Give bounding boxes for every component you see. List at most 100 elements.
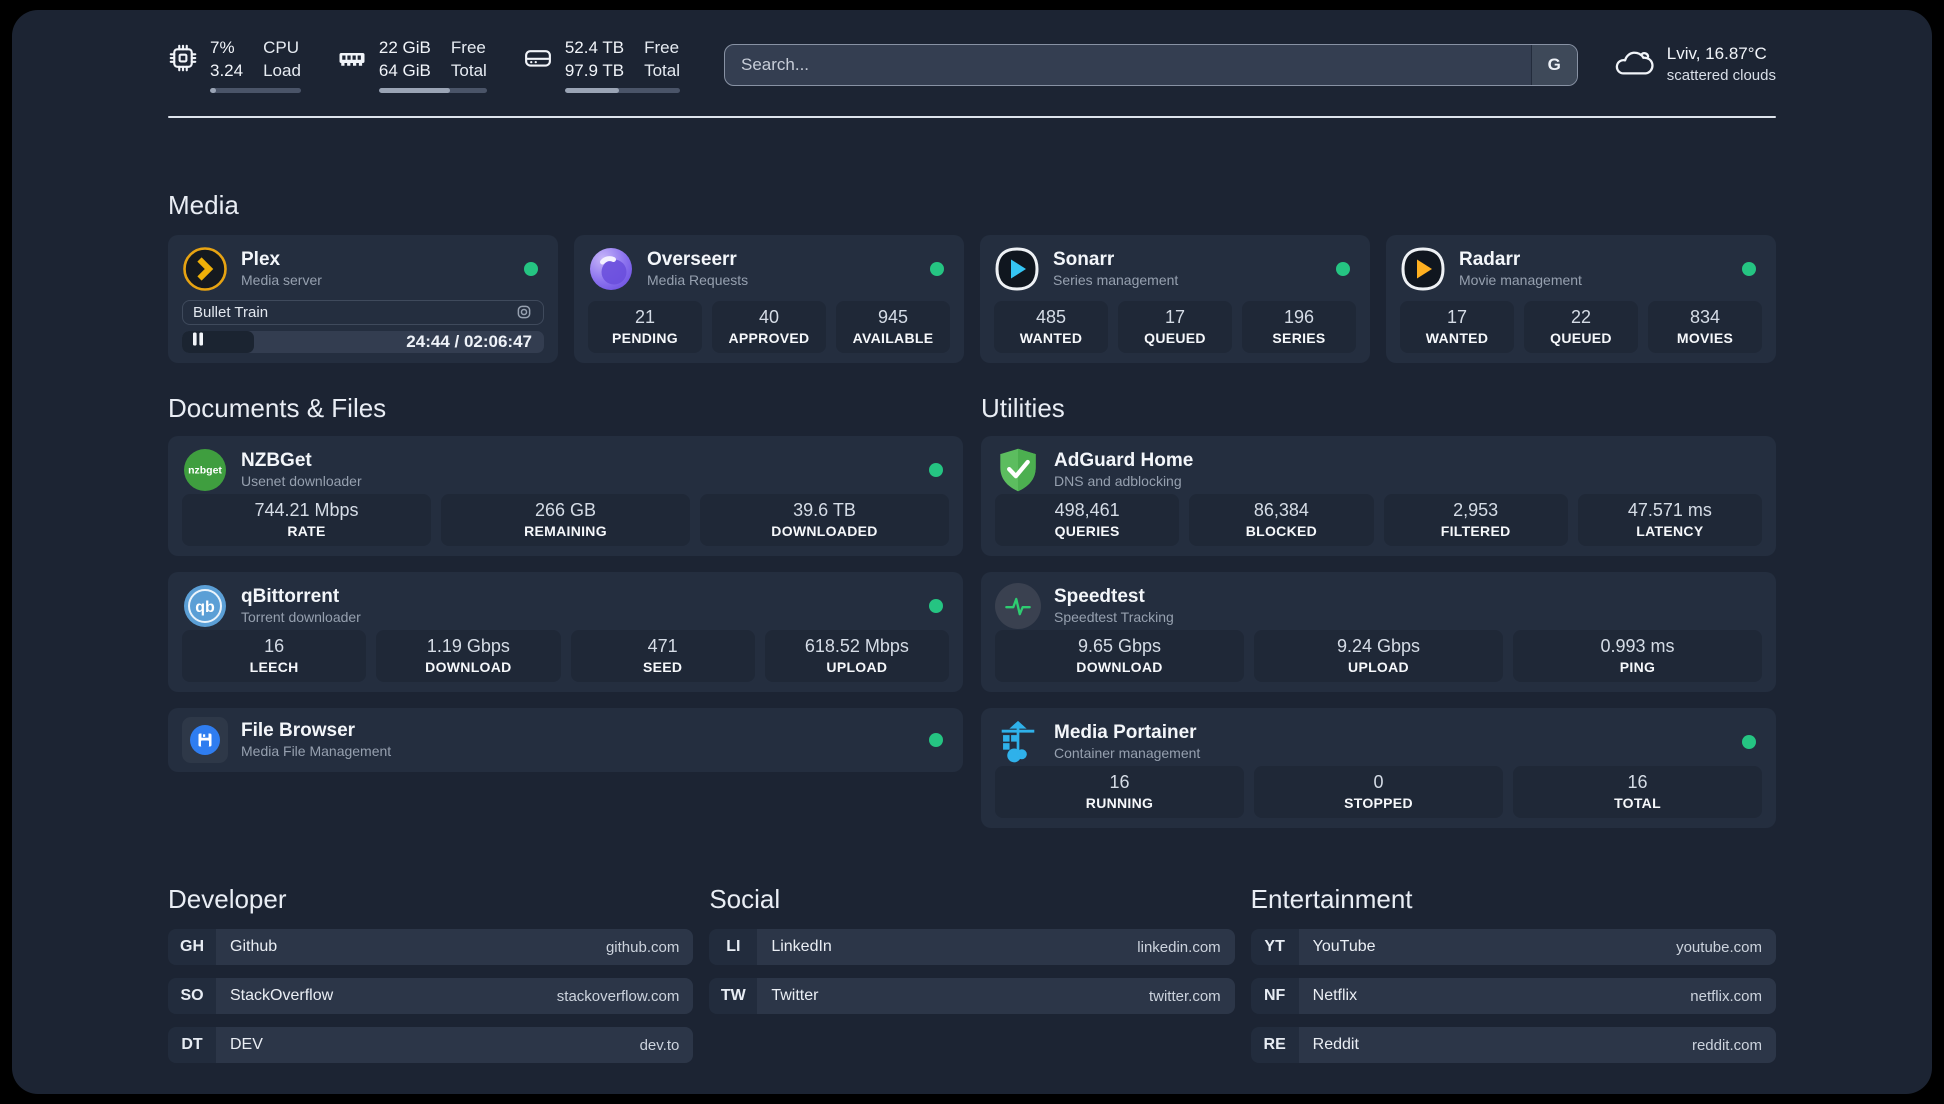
section-developer: Developer GH Github github.com SO StackOv… <box>168 828 694 1076</box>
sonarr-icon <box>994 246 1040 292</box>
app-card-nzbget[interactable]: nzbget NZBGet Usenet downloader 744.21 M… <box>168 436 963 556</box>
app-card-qbittorrent[interactable]: qb qBittorrent Torrent downloader 16 LEEC… <box>168 572 963 692</box>
weather-widget[interactable]: Lviv, 16.87°C scattered clouds <box>1612 43 1776 86</box>
link-url: stackoverflow.com <box>556 987 680 1005</box>
stat-box: 834 MOVIES <box>1648 301 1762 353</box>
section-entertainment: Entertainment YT YouTube youtube.com NF N… <box>1250 828 1776 1076</box>
link-name: Reddit <box>1312 1036 1359 1053</box>
status-dot <box>929 599 943 613</box>
app-subtitle: Media server <box>241 272 322 289</box>
ram-monitor: 22 GiB 64 GiB Free Total <box>337 37 487 93</box>
section-title-documents: Documents & Files <box>168 393 387 423</box>
app-subtitle: Media Requests <box>647 272 749 289</box>
link-url: reddit.com <box>1691 1036 1762 1054</box>
radarr-icon <box>1400 246 1446 292</box>
search-input[interactable] <box>724 45 1531 85</box>
filebrowser-icon <box>182 717 228 763</box>
disk-usage-bar <box>564 87 680 93</box>
link-row-reddit[interactable]: RE Reddit reddit.com <box>1250 1027 1776 1063</box>
app-card-overseerr[interactable]: Overseerr Media Requests 21 PENDING 40 APP… <box>574 235 964 363</box>
disk-monitor: 52.4 TB 97.9 TB Free Total <box>523 37 680 93</box>
link-abbr: DT <box>168 1027 216 1063</box>
link-row-github[interactable]: GH Github github.com <box>168 929 694 965</box>
app-card-filebrowser[interactable]: File Browser Media File Management <box>168 708 963 772</box>
app-name: AdGuard Home <box>1054 450 1194 472</box>
cpu-monitor: 7% 3.24 CPU Load <box>168 37 301 93</box>
link-url: netflix.com <box>1690 987 1762 1005</box>
stats-row: 16 RUNNING 0 STOPPED 16 TOTAL <box>995 766 1762 818</box>
link-url: github.com <box>605 938 680 956</box>
cpu-usage-bar <box>210 87 301 93</box>
app-subtitle: Container management <box>1054 745 1201 762</box>
media-grid: Plex Media server Bullet Train 24:44 / 0… <box>168 235 1776 363</box>
app-card-plex[interactable]: Plex Media server Bullet Train 24:44 / 0… <box>168 235 558 363</box>
playback-progress-bar[interactable]: 24:44 / 02:06:47 <box>182 330 544 353</box>
link-row-stackoverflow[interactable]: SO StackOverflow stackoverflow.com <box>168 978 694 1014</box>
stat-box: 0 STOPPED <box>1254 766 1503 818</box>
weather-location-temp: Lviv, 16.87°C <box>1666 44 1767 64</box>
stats-row: 498,461 QUERIES 86,384 BLOCKED 2,953 FILTER… <box>995 494 1762 546</box>
stats-row: 17 WANTED 22 QUEUED 834 MOVIES <box>1400 301 1762 353</box>
app-subtitle: Usenet downloader <box>241 473 362 490</box>
portainer-icon <box>995 719 1041 765</box>
app-card-speedtest[interactable]: Speedtest Speedtest Tracking 9.65 Gbps DO… <box>981 572 1776 692</box>
link-row-twitter[interactable]: TW Twitter twitter.com <box>709 978 1235 1014</box>
gear-icon[interactable] <box>515 303 533 321</box>
cpu-load-label: Load <box>263 60 301 80</box>
stat-box: 17 QUEUED <box>1118 301 1232 353</box>
stats-row: 485 WANTED 17 QUEUED 196 SERIES <box>994 301 1356 353</box>
ram-total-value: 64 GiB <box>378 60 431 80</box>
stat-box: 485 WANTED <box>994 301 1108 353</box>
link-name: Github <box>230 938 278 955</box>
cpu-load-value: 3.24 <box>210 60 244 80</box>
link-row-netflix[interactable]: NF Netflix netflix.com <box>1250 978 1776 1014</box>
top-bar: 7% 3.24 CPU Load 22 GiB 64 GiB Free Tota… <box>168 37 1776 93</box>
stat-box: 17 WANTED <box>1400 301 1514 353</box>
link-url: linkedin.com <box>1137 938 1221 956</box>
ram-free-value: 22 GiB <box>378 38 431 58</box>
app-subtitle: Torrent downloader <box>241 609 361 626</box>
disk-total-value: 97.9 TB <box>564 60 625 80</box>
link-row-dev[interactable]: DT DEV dev.to <box>168 1027 694 1063</box>
stat-box: 16 TOTAL <box>1513 766 1762 818</box>
stat-box: 16 LEECH <box>182 630 367 682</box>
app-card-portainer[interactable]: Media Portainer Container management 16 R… <box>981 708 1776 828</box>
weather-condition: scattered clouds <box>1666 67 1776 85</box>
now-playing-panel: Bullet Train <box>182 300 544 325</box>
stat-box: 196 SERIES <box>1242 301 1356 353</box>
stat-box: 40 APPROVED <box>712 301 826 353</box>
link-row-youtube[interactable]: YT YouTube youtube.com <box>1250 929 1776 965</box>
now-playing-title: Bullet Train <box>193 303 269 321</box>
link-abbr: LI <box>709 929 758 965</box>
disk-free-value: 52.4 TB <box>564 38 625 58</box>
app-name: Sonarr <box>1053 249 1115 271</box>
stat-box: 945 AVAILABLE <box>836 301 950 353</box>
stat-box: 9.24 Gbps UPLOAD <box>1254 630 1503 682</box>
svg-text:nzbget: nzbget <box>188 465 222 477</box>
cpu-usage-label: CPU <box>263 38 299 58</box>
app-subtitle: Series management <box>1053 272 1179 289</box>
app-card-adguard[interactable]: AdGuard Home DNS and adblocking 498,461 Q… <box>981 436 1776 556</box>
app-subtitle: Speedtest Tracking <box>1054 609 1174 626</box>
speedtest-icon <box>995 583 1041 629</box>
link-abbr: SO <box>168 978 216 1014</box>
app-card-sonarr[interactable]: Sonarr Series management 485 WANTED 17 QUE… <box>980 235 1370 363</box>
app-card-radarr[interactable]: Radarr Movie management 17 WANTED 22 QUEUE… <box>1386 235 1776 363</box>
disk-total-label: Total <box>644 60 680 80</box>
section-title-social: Social <box>709 884 781 914</box>
link-row-linkedin[interactable]: LI LinkedIn linkedin.com <box>709 929 1235 965</box>
link-abbr: NF <box>1250 978 1299 1014</box>
status-dot <box>1336 262 1350 276</box>
pause-icon[interactable] <box>192 332 204 351</box>
section-documents: Documents & Files nzbget NZBGet Usenet d… <box>168 363 963 828</box>
dashboard: 7% 3.24 CPU Load 22 GiB 64 GiB Free Tota… <box>12 10 1932 1094</box>
search-bar[interactable]: G <box>723 44 1578 86</box>
stat-box: 9.65 Gbps DOWNLOAD <box>995 630 1244 682</box>
app-subtitle: Movie management <box>1459 272 1582 289</box>
plex-icon <box>182 246 228 292</box>
link-name: LinkedIn <box>771 938 832 955</box>
stat-box: 47.571 ms LATENCY <box>1577 494 1762 546</box>
status-dot <box>929 463 943 477</box>
link-name: Netflix <box>1312 987 1358 1004</box>
search-engine-button[interactable]: G <box>1530 45 1577 85</box>
